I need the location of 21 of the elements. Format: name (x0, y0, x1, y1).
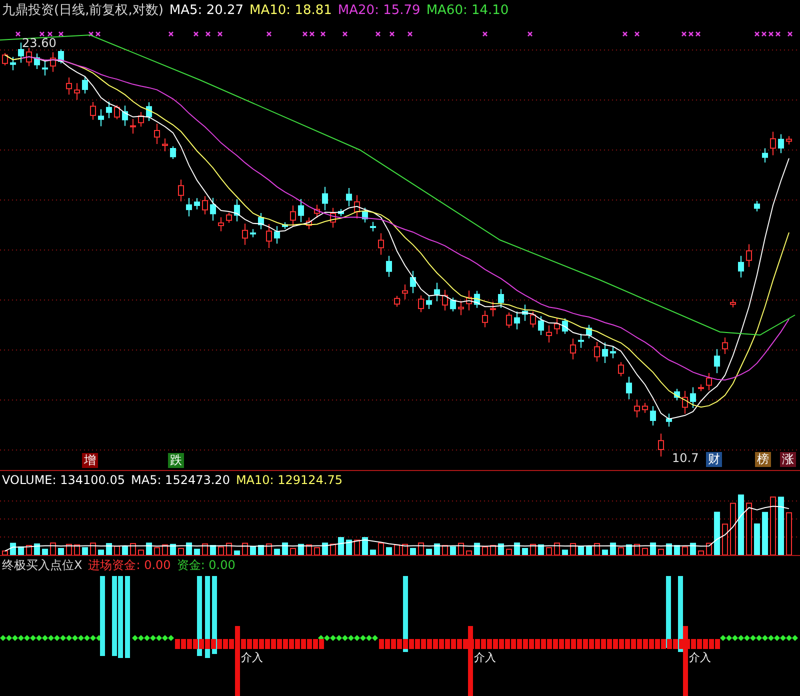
marker-badge: 跌 (168, 453, 184, 468)
entry-label: 介入 (474, 650, 496, 665)
indicator-value: MA20: 15.79 (338, 2, 420, 18)
indicator-value: MA60: 14.10 (426, 2, 509, 18)
price-label: 10.7 (672, 451, 699, 465)
chart-title: 终极买入点位X (2, 556, 82, 574)
marker-badge: 涨 (780, 452, 796, 467)
chart-title: 九鼎投资(日线,前复权,对数) (2, 2, 164, 19)
indicator-value: MA5: 152473.20 (131, 473, 230, 487)
indicator-value: MA10: 129124.75 (236, 473, 343, 487)
indicator-value: MA5: 20.27 (169, 2, 244, 18)
price-label: 23.60 (22, 36, 56, 50)
indicator-value: MA10: 18.81 (250, 2, 332, 18)
indicator-value: 进场资金: 0.00 (88, 556, 171, 574)
marker-badge: 榜 (755, 452, 771, 467)
indicator-value: VOLUME: 134100.05 (2, 473, 125, 487)
indicator-value: 资金: 0.00 (176, 556, 236, 574)
entry-label: 介入 (241, 650, 263, 665)
marker-badge: 财 (706, 452, 722, 467)
entry-label: 介入 (689, 650, 711, 665)
marker-badge: 增 (82, 453, 98, 468)
